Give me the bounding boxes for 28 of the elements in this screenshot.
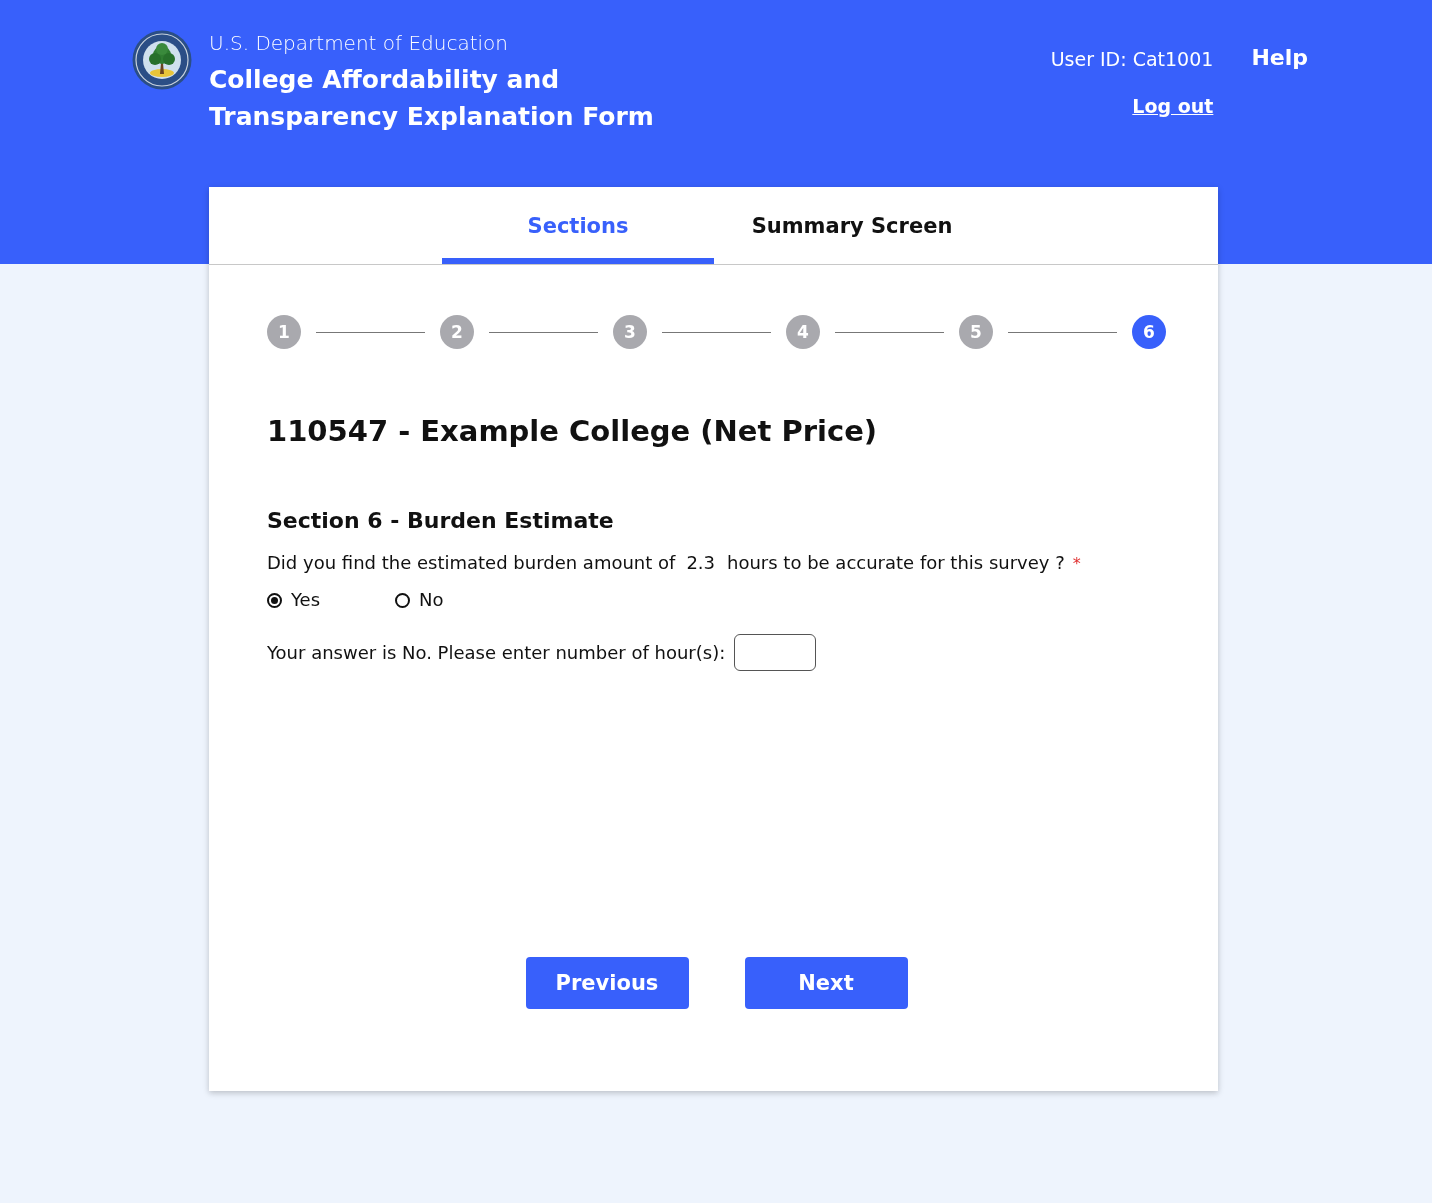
burden-hours-value: 2.3 [686,551,716,575]
help-link[interactable]: Help [1251,44,1308,72]
user-id: User ID: Cat1001 [1050,47,1214,72]
question-text: Did you find the estimated burden amount of [267,551,676,575]
step-indicator: 5 [959,315,993,349]
step-indicator: 6 [1132,315,1166,349]
step-indicator: 4 [786,315,820,349]
radio-label[interactable]: Yes [291,589,321,611]
radio-label[interactable]: No [419,589,444,611]
logout-link[interactable]: Log out [1132,93,1214,119]
tab[interactable]: Sections [442,187,714,264]
step-indicator: 2 [440,315,474,349]
step-indicator: 3 [613,315,647,349]
hours-prompt: Your answer is No. Please enter number of hour(s): [267,642,726,663]
next-button[interactable]: Next [744,957,908,1009]
step-indicator: 1 [267,315,301,349]
question-text: hours to be accurate for this survey ? [727,551,1065,575]
agency-name: U.S. Department of Education [209,30,509,56]
hours-input-field[interactable] [734,634,817,671]
seal-icon [132,30,192,90]
radio-button[interactable] [267,592,282,608]
previous-button[interactable]: Previous [525,957,689,1009]
college-title: 110547 - Example College (Net Price) [267,413,879,449]
required-mark: * [1072,553,1081,575]
tab[interactable]: Summary Screen [714,187,990,264]
form-title: College Affordability and Transparency Explanation Form [209,64,655,133]
section-heading: Section 6 - Burden Estimate [267,507,615,535]
radio-button[interactable] [395,592,410,608]
